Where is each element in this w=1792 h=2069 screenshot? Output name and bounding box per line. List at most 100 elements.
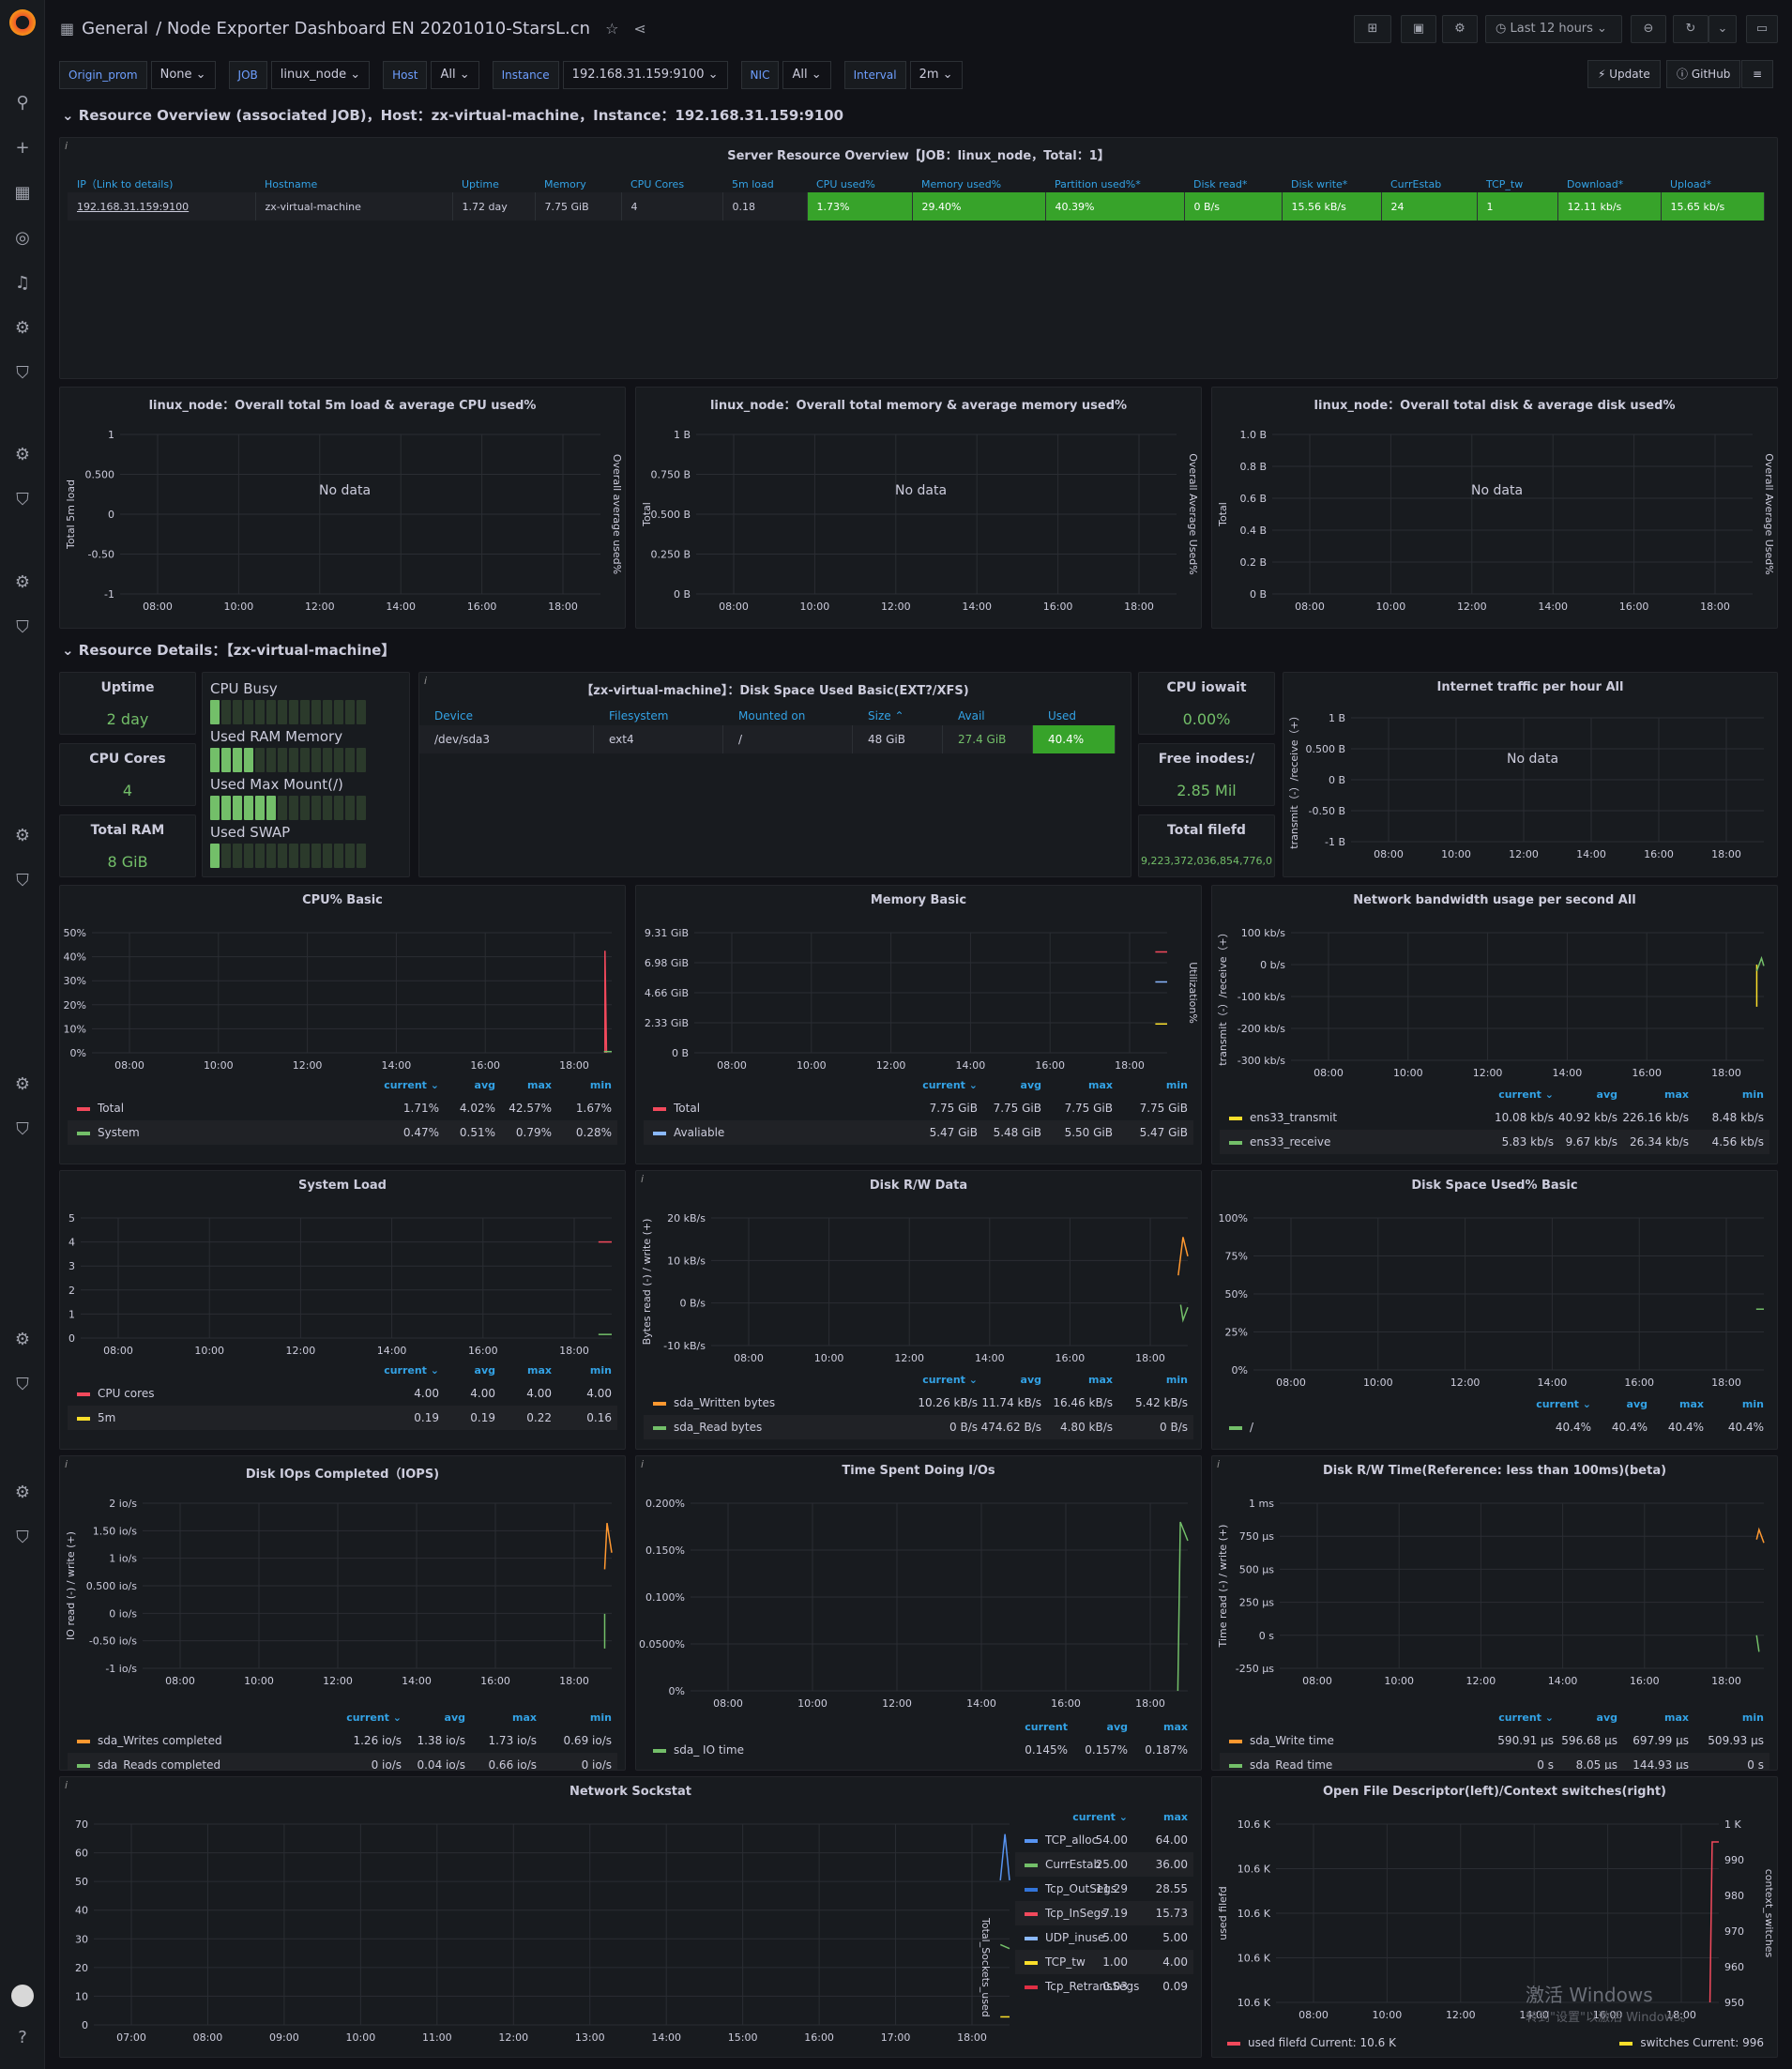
var-select[interactable]: All ⌄ [782, 61, 831, 89]
column-header[interactable]: Filesystem [594, 707, 723, 725]
legend-col-header[interactable]: current ⌄ [1498, 1711, 1554, 1724]
legend-col-header[interactable]: max [1664, 1711, 1689, 1724]
legend-row[interactable]: TCP_alloc 64.00 54.00 [1015, 1828, 1193, 1852]
legend-row[interactable]: used filefd Current: 10.6 K [1227, 2036, 1396, 2049]
legend-row[interactable]: ens33_transmit 8.48 kb/s 226.16 kb/s 40.92 … [1220, 1105, 1769, 1130]
legend-row[interactable]: Avaliable 5.47 GiB 5.50 GiB 5.48 GiB 5.47 Gi… [644, 1120, 1193, 1145]
legend-row[interactable]: ens33_receive 4.56 kb/s 26.34 kb/s 9.67 kb/… [1220, 1130, 1769, 1154]
avatar[interactable] [11, 1985, 34, 2007]
gear-icon[interactable]: ⚙ [11, 317, 34, 340]
column-header[interactable]: Used [1033, 707, 1116, 725]
column-header[interactable]: 5m load [722, 175, 807, 192]
column-header[interactable]: CPU used% [807, 175, 912, 192]
column-header[interactable]: IP（Link to details) [68, 175, 255, 192]
legend-row[interactable]: sda_ IO time 0.187% 0.157% 0.145% [644, 1738, 1193, 1762]
column-header[interactable]: Size ⌃ [853, 707, 943, 725]
legend-col-header[interactable]: min [1742, 1711, 1764, 1724]
column-header[interactable]: Disk write* [1282, 175, 1381, 192]
legend-row[interactable]: Total 1.67% 42.57% 4.02% 1.71% [68, 1096, 617, 1120]
time-picker[interactable]: ◷ Last 12 hours ⌄ [1485, 15, 1622, 43]
gear-icon[interactable]: ⚙ [11, 571, 34, 594]
legend-row[interactable]: sda_Writes completed 0.69 io/s 1.73 io/s 1.… [68, 1728, 617, 1753]
plus-icon[interactable]: + [11, 137, 34, 160]
column-header[interactable]: Partition used%* [1045, 175, 1184, 192]
zoom-out-icon[interactable]: ⊖ [1631, 15, 1666, 43]
legend-row[interactable]: sda_Reads completed 0 io/s 0.66 io/s 0.04 i… [68, 1753, 617, 1770]
shield-icon[interactable]: ⛉ [11, 1118, 34, 1141]
legend-col-header[interactable]: current ⌄ [1498, 1088, 1554, 1101]
gear-icon[interactable]: ⚙ [11, 1482, 34, 1504]
shield-icon[interactable]: ⛉ [11, 616, 34, 639]
legend-row[interactable]: Tcp_RetransSegs 0.09 0.03 [1015, 1974, 1193, 1999]
legend-row[interactable]: sda_Read bytes 0 B/s 4.80 kB/s 474.62 B/s 0 … [644, 1415, 1193, 1439]
dashboards-icon[interactable]: ▦ [11, 182, 34, 205]
column-header[interactable]: CurrEstab [1381, 175, 1477, 192]
add-panel-icon[interactable]: ⊞ [1354, 15, 1391, 43]
var-select[interactable]: All ⌄ [431, 61, 479, 89]
legend-col-header[interactable]: avg [475, 1079, 495, 1091]
share-icon[interactable]: ⋖ [633, 20, 645, 38]
github-link-button[interactable]: ⓘ GitHub [1666, 60, 1741, 88]
row-overview[interactable]: ⌄ Resource Overview (associated JOB)，Hos… [62, 105, 843, 125]
legend-row[interactable]: 5m 0.16 0.22 0.19 0.19 [68, 1406, 617, 1430]
legend-col-header[interactable]: current ⌄ [1072, 1811, 1128, 1823]
legend-col-header[interactable]: current ⌄ [922, 1079, 978, 1091]
var-select[interactable]: linux_node ⌄ [270, 61, 371, 89]
legend-col-header[interactable]: current ⌄ [346, 1711, 402, 1724]
legend-col-header[interactable]: max [512, 1711, 537, 1724]
save-icon[interactable]: ▣ [1401, 15, 1436, 43]
legend-col-header[interactable]: avg [1627, 1398, 1648, 1410]
column-header[interactable]: Avail [943, 707, 1033, 725]
legend-col-header[interactable]: avg [1021, 1079, 1041, 1091]
explore-icon[interactable]: ◎ [11, 227, 34, 250]
legend-row[interactable]: Tcp_InSegs 15.73 7.19 [1015, 1901, 1193, 1925]
column-header[interactable]: Upload* [1661, 175, 1764, 192]
legend-col-header[interactable]: max [1163, 1811, 1188, 1823]
column-header[interactable]: Download* [1557, 175, 1661, 192]
dashboard-title[interactable]: / Node Exporter Dashboard EN 20201010-St… [156, 19, 590, 38]
legend-col-header[interactable]: min [590, 1364, 612, 1377]
legend-col-header[interactable]: avg [1107, 1721, 1128, 1733]
legend-col-header[interactable]: min [590, 1711, 612, 1724]
column-header[interactable]: TCP_tw [1477, 175, 1557, 192]
shield-icon[interactable]: ⛉ [11, 362, 34, 385]
legend-row[interactable]: / 40.4% 40.4% 40.4% 40.4% [1220, 1415, 1769, 1439]
legend-col-header[interactable]: max [1679, 1398, 1704, 1410]
instance-link[interactable]: 192.168.31.159:9100 [68, 192, 256, 221]
legend-row[interactable]: UDP_inuse 5.00 5.00 [1015, 1925, 1193, 1950]
legend-row[interactable]: sda_Write time 509.93 µs 697.99 µs 596.68 µ… [1220, 1728, 1769, 1753]
legend-row[interactable]: TCP_tw 4.00 1.00 [1015, 1950, 1193, 1974]
legend-col-header[interactable]: max [1088, 1079, 1113, 1091]
legend-row[interactable]: Tcp_OutSegs 28.55 11.29 [1015, 1877, 1193, 1901]
legend-row[interactable]: sda_Read time 0 s 144.93 µs 8.05 µs 0 s [1220, 1753, 1769, 1770]
legend-col-header[interactable]: max [527, 1364, 552, 1377]
legend-col-header[interactable]: avg [1597, 1088, 1617, 1101]
legend-row[interactable]: Total 7.75 GiB 7.75 GiB 7.75 GiB 7.75 GiB [644, 1096, 1193, 1120]
legend-col-header[interactable]: min [1166, 1079, 1188, 1091]
column-header[interactable]: CPU Cores [621, 175, 722, 192]
legend-col-header[interactable]: min [1742, 1398, 1764, 1410]
legend-col-header[interactable]: current ⌄ [384, 1079, 439, 1091]
legend-col-header[interactable]: max [1088, 1374, 1113, 1386]
column-header[interactable]: Mounted on [723, 707, 853, 725]
breadcrumb-folder[interactable]: General [82, 19, 148, 38]
legend-col-header[interactable]: current ⌄ [1536, 1398, 1591, 1410]
legend-col-header[interactable]: avg [1597, 1711, 1617, 1724]
legend-col-header[interactable]: avg [1021, 1374, 1041, 1386]
column-header[interactable]: Hostname [255, 175, 452, 192]
star-icon[interactable]: ☆ [605, 20, 618, 38]
gear-icon[interactable]: ⚙ [11, 1073, 34, 1096]
shield-icon[interactable]: ⛉ [11, 489, 34, 511]
column-header[interactable]: Memory [535, 175, 621, 192]
update-link-button[interactable]: ⚡ Update [1587, 60, 1661, 88]
legend-row[interactable]: System 0.28% 0.79% 0.51% 0.47% [68, 1120, 617, 1145]
help-icon[interactable]: ? [11, 2027, 34, 2049]
tv-mode-icon[interactable]: ▭ [1746, 15, 1778, 43]
var-select[interactable]: 192.168.31.159:9100 ⌄ [562, 61, 728, 89]
gear-icon[interactable]: ⚙ [11, 1329, 34, 1351]
legend-row[interactable]: switches Current: 996 [1610, 2036, 1764, 2049]
shield-icon[interactable]: ⛉ [11, 870, 34, 892]
legend-col-header[interactable]: avg [445, 1711, 465, 1724]
column-header[interactable]: Uptime [452, 175, 535, 192]
legend-col-header[interactable]: max [1664, 1088, 1689, 1101]
